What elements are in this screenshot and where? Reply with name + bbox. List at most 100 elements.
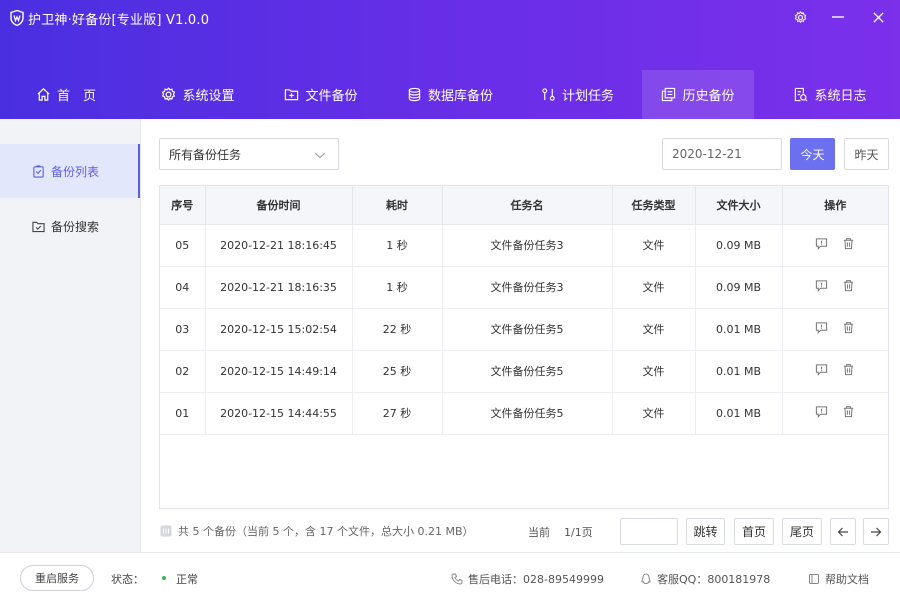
- status-value: 正常: [176, 573, 198, 586]
- today-button[interactable]: 今天: [790, 138, 835, 170]
- table-row[interactable]: 03 2020-12-15 15:02:54 22 秒文件备份任务5 文件 0.01 M…: [160, 308, 888, 351]
- trash-icon: [844, 280, 854, 292]
- database-icon: [408, 87, 421, 102]
- home-icon: [37, 88, 50, 101]
- nav-home[interactable]: 首 页: [0, 70, 132, 119]
- app-header: 护卫神·好备份[专业版] V1.0.0 首 页 系统设置 文件备份 数据库备份 …: [0, 0, 900, 119]
- nav-history-backup[interactable]: 历史备份: [642, 70, 754, 119]
- table-body: 05 2020-12-21 18:16:45 1 秒文件备份任务3 文件 0.09 MB…: [160, 224, 888, 435]
- view-details-button[interactable]: [815, 363, 828, 376]
- row-actions: [815, 279, 855, 292]
- cell-duration: 27 秒: [352, 392, 443, 435]
- view-details-button[interactable]: [815, 405, 828, 418]
- comment-detail-icon: [816, 364, 828, 376]
- nav-label: 计划任务: [561, 89, 614, 104]
- shield-logo-icon: [10, 10, 24, 26]
- trash-icon: [844, 322, 854, 334]
- cell-task-name: 文件备份任务5: [442, 392, 613, 435]
- view-details-button[interactable]: [815, 237, 828, 250]
- window-minimize-button[interactable]: [826, 6, 850, 28]
- backup-table: 序号 备份时间 耗时 任务名 任务类型 文件大小 操作 05 2020-12-21…: [159, 185, 889, 509]
- row-actions: [815, 363, 855, 376]
- prev-page-button[interactable]: [830, 518, 856, 545]
- nav-label: 首 页: [56, 89, 96, 104]
- cell-file-size: 0.09 MB: [695, 266, 783, 309]
- delete-button[interactable]: [842, 279, 855, 292]
- table-row[interactable]: 02 2020-12-15 14:49:14 25 秒文件备份任务5 文件 0.01 M…: [160, 350, 888, 393]
- sidebar: 备份列表 备份搜索: [0, 119, 141, 552]
- cell-index: 05: [160, 224, 206, 267]
- cell-task-name: 文件备份任务5: [442, 308, 613, 351]
- backup-summary: 共 5 个备份（当前 5 个，含 17 个文件，总大小 0.21 MB）: [160, 523, 474, 539]
- summary-text: 共 5 个备份（当前 5 个，含 17 个文件，总大小 0.21 MB）: [178, 525, 474, 538]
- cell-file-size: 0.09 MB: [695, 224, 783, 267]
- sidebar-item-backup-list[interactable]: 备份列表: [0, 144, 140, 198]
- nav-database-backup[interactable]: 数据库备份: [384, 70, 516, 119]
- page-jump-input[interactable]: [620, 518, 678, 545]
- window-close-button[interactable]: [866, 6, 890, 28]
- cell-actions: [782, 392, 888, 435]
- cell-actions: [782, 266, 888, 309]
- restart-service-button[interactable]: 重启服务: [20, 565, 94, 591]
- nav-system-log[interactable]: 系统日志: [760, 70, 900, 119]
- header-backup-time: 备份时间: [205, 186, 353, 225]
- cell-task-type: 文件: [612, 308, 696, 351]
- nav-label: 系统日志: [814, 89, 867, 104]
- first-page-button[interactable]: 首页: [734, 518, 774, 545]
- table-row[interactable]: 04 2020-12-21 18:16:35 1 秒文件备份任务3 文件 0.09 MB: [160, 266, 888, 309]
- trash-icon: [844, 238, 854, 250]
- current-page-value: 1/1页: [564, 526, 593, 539]
- cell-task-name: 文件备份任务3: [442, 224, 613, 267]
- cell-actions: [782, 308, 888, 351]
- nav-file-backup[interactable]: 文件备份: [255, 70, 387, 119]
- chevron-down-icon: [314, 152, 326, 159]
- cell-actions: [782, 224, 888, 267]
- support-qq-text: 客服QQ：800181978: [657, 573, 771, 586]
- nav-settings[interactable]: 系统设置: [132, 70, 264, 119]
- cell-duration: 1 秒: [352, 224, 443, 267]
- support-phone-text: 售后电话：028-89549999: [468, 573, 604, 586]
- jump-button[interactable]: 跳转: [686, 518, 725, 545]
- close-icon: [872, 11, 884, 23]
- date-field[interactable]: 2020-12-21: [662, 138, 782, 170]
- delete-button[interactable]: [842, 237, 855, 250]
- header-actions: 操作: [782, 186, 888, 225]
- view-details-button[interactable]: [815, 279, 828, 292]
- status-footer: 重启服务 状态： 正常 售后电话：028-89549999 客服QQ：80018…: [0, 552, 900, 600]
- delete-button[interactable]: [842, 405, 855, 418]
- cell-task-name: 文件备份任务5: [442, 350, 613, 393]
- last-page-button[interactable]: 尾页: [782, 518, 822, 545]
- window-settings-button[interactable]: [788, 6, 812, 28]
- status-label: 状态：: [111, 573, 144, 586]
- arrow-right-icon: [871, 527, 882, 536]
- gear-icon: [162, 87, 176, 102]
- table-row[interactable]: 05 2020-12-21 18:16:45 1 秒文件备份任务3 文件 0.09 MB: [160, 224, 888, 267]
- app-title: 护卫神·好备份[专业版] V1.0.0: [28, 13, 210, 28]
- cell-index: 02: [160, 350, 206, 393]
- task-filter-value: 所有备份任务: [169, 147, 242, 162]
- delete-button[interactable]: [842, 321, 855, 334]
- header-duration: 耗时: [352, 186, 443, 225]
- help-docs-link[interactable]: 帮助文档: [808, 571, 869, 587]
- nav-scheduled-tasks[interactable]: 计划任务: [513, 70, 642, 119]
- cell-duration: 1 秒: [352, 266, 443, 309]
- view-details-button[interactable]: [815, 321, 828, 334]
- support-phone: 售后电话：028-89549999: [451, 571, 604, 587]
- cell-backup-time: 2020-12-15 14:44:55: [205, 392, 353, 435]
- sidebar-item-backup-search[interactable]: 备份搜索: [0, 199, 140, 253]
- row-actions: [815, 321, 855, 334]
- task-filter-select[interactable]: 所有备份任务: [159, 138, 339, 170]
- support-qq: 客服QQ：800181978: [640, 571, 770, 587]
- cell-task-type: 文件: [612, 266, 696, 309]
- row-actions: [815, 237, 855, 250]
- table-row[interactable]: 01 2020-12-15 14:44:55 27 秒文件备份任务5 文件 0.01 M…: [160, 392, 888, 435]
- header-task-name: 任务名: [442, 186, 613, 225]
- nav-label: 历史备份: [682, 89, 735, 104]
- delete-button[interactable]: [842, 363, 855, 376]
- yesterday-button[interactable]: 昨天: [844, 138, 889, 170]
- cell-file-size: 0.01 MB: [695, 308, 783, 351]
- next-page-button[interactable]: [863, 518, 889, 545]
- row-actions: [815, 405, 855, 418]
- header-index: 序号: [160, 186, 206, 225]
- help-docs-text: 帮助文档: [825, 573, 869, 586]
